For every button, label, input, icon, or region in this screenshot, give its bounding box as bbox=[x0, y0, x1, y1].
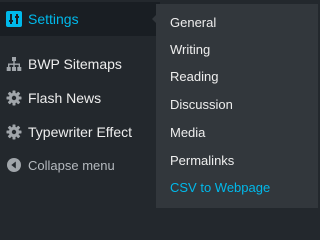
menu-item-label: BWP Sitemaps bbox=[28, 56, 122, 72]
settings-sliders-icon bbox=[0, 11, 28, 27]
gear-icon bbox=[0, 90, 28, 106]
sitemap-icon bbox=[0, 56, 28, 72]
submenu-item-writing[interactable]: Writing bbox=[170, 42, 210, 57]
submenu-item-reading[interactable]: Reading bbox=[170, 69, 218, 84]
submenu-item-discussion[interactable]: Discussion bbox=[170, 97, 233, 112]
collapse-arrow-icon bbox=[0, 158, 28, 172]
submenu-item-permalinks[interactable]: Permalinks bbox=[170, 153, 234, 168]
collapse-menu-label: Collapse menu bbox=[28, 157, 115, 173]
menu-item-label: Typewriter Effect bbox=[28, 124, 133, 140]
gear-icon bbox=[0, 124, 28, 140]
menu-item-label: Flash News bbox=[28, 90, 102, 106]
admin-sidebar: Settings BWP Sitemaps Flash News Typewri… bbox=[0, 0, 160, 208]
submenu-item-media[interactable]: Media bbox=[170, 125, 205, 140]
menu-item-flash-news[interactable]: Flash News bbox=[0, 81, 160, 115]
menu-item-settings[interactable]: Settings bbox=[0, 2, 160, 36]
menu-item-typewriter-effect[interactable]: Typewriter Effect bbox=[0, 115, 160, 149]
submenu-item-csv-to-webpage[interactable]: CSV to Webpage bbox=[170, 180, 270, 195]
menu-item-bwp-sitemaps[interactable]: BWP Sitemaps bbox=[0, 47, 160, 81]
settings-submenu: General Writing Reading Discussion Media… bbox=[156, 4, 318, 208]
collapse-menu-button[interactable]: Collapse menu bbox=[0, 148, 160, 182]
submenu-item-general[interactable]: General bbox=[170, 15, 216, 30]
menu-item-label: Settings bbox=[28, 11, 79, 27]
